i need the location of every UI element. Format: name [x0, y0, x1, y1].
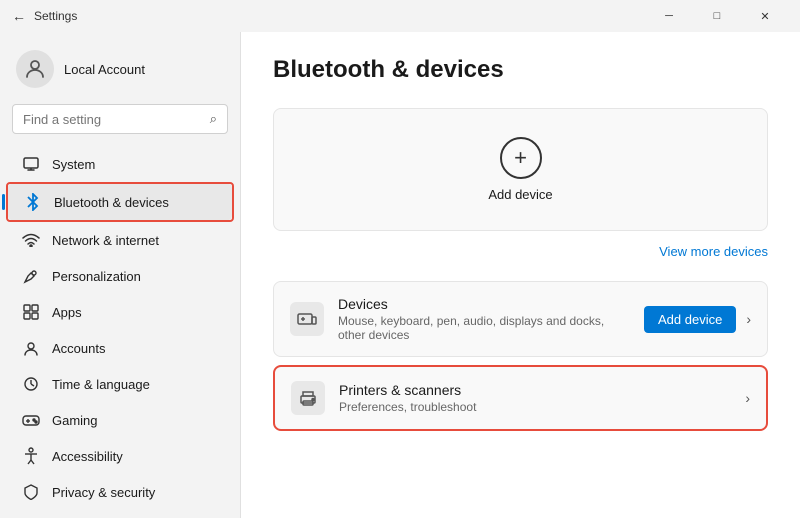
search-icon: ⌕ — [210, 111, 217, 127]
add-device-circle-icon: + — [500, 137, 542, 179]
devices-row[interactable]: Devices Mouse, keyboard, pen, audio, dis… — [273, 281, 768, 357]
time-icon — [22, 375, 40, 393]
back-button[interactable]: ← — [12, 8, 26, 24]
devices-row-desc: Mouse, keyboard, pen, audio, displays an… — [338, 314, 632, 342]
bluetooth-icon — [24, 193, 42, 211]
sidebar: Local Account ⌕ System Bluetooth & devic… — [0, 32, 240, 518]
nav-label-gaming: Gaming — [52, 413, 98, 428]
printers-row-icon — [291, 381, 325, 415]
view-more-link[interactable]: View more devices — [273, 243, 768, 261]
gaming-icon — [22, 411, 40, 429]
title-bar-controls: ─ □ ✕ — [646, 0, 788, 32]
nav-label-apps: Apps — [52, 305, 82, 320]
accounts-icon — [22, 339, 40, 357]
nav-item-network[interactable]: Network & internet — [6, 222, 234, 258]
nav-label-accessibility: Accessibility — [52, 449, 123, 464]
devices-chevron-icon: › — [746, 311, 751, 327]
nav-item-gaming[interactable]: Gaming — [6, 402, 234, 438]
user-section: Local Account — [0, 40, 240, 104]
accessibility-icon — [22, 447, 40, 465]
nav-item-personalization[interactable]: Personalization — [6, 258, 234, 294]
content-area: Bluetooth & devices + Add device View mo… — [240, 32, 800, 518]
devices-row-title: Devices — [338, 296, 632, 312]
nav-label-bluetooth: Bluetooth & devices — [54, 195, 169, 210]
nav-item-time[interactable]: Time & language — [6, 366, 234, 402]
close-button[interactable]: ✕ — [742, 0, 788, 32]
apps-icon — [22, 303, 40, 321]
nav-item-privacy[interactable]: Privacy & security — [6, 474, 234, 510]
printers-chevron-icon: › — [745, 390, 750, 406]
nav-label-system: System — [52, 157, 95, 172]
search-input[interactable] — [23, 112, 202, 127]
printers-row-desc: Preferences, troubleshoot — [339, 400, 476, 414]
system-icon — [22, 155, 40, 173]
devices-row-icon — [290, 302, 324, 336]
nav-item-bluetooth[interactable]: Bluetooth & devices — [8, 184, 232, 220]
nav-item-accessibility[interactable]: Accessibility — [6, 438, 234, 474]
personalization-icon — [22, 267, 40, 285]
title-bar-left: ← Settings — [12, 8, 77, 24]
nav-label-network: Network & internet — [52, 233, 159, 248]
view-more-anchor[interactable]: View more devices — [659, 244, 768, 259]
privacy-icon — [22, 483, 40, 501]
nav-label-time: Time & language — [52, 377, 150, 392]
nav-label-accounts: Accounts — [52, 341, 105, 356]
user-name: Local Account — [64, 62, 145, 77]
printers-row[interactable]: Printers & scanners Preferences, trouble… — [273, 365, 768, 431]
page-title: Bluetooth & devices — [273, 56, 768, 84]
add-device-card[interactable]: + Add device — [273, 108, 768, 231]
printers-row-title: Printers & scanners — [339, 382, 476, 398]
network-icon — [22, 231, 40, 249]
restore-button[interactable]: □ — [694, 0, 740, 32]
title-bar-title: Settings — [34, 9, 77, 23]
app-body: Local Account ⌕ System Bluetooth & devic… — [0, 32, 800, 518]
nav-label-privacy: Privacy & security — [52, 485, 155, 500]
devices-add-button[interactable]: Add device — [644, 306, 736, 333]
minimize-button[interactable]: ─ — [646, 0, 692, 32]
title-bar: ← Settings ─ □ ✕ — [0, 0, 800, 32]
search-box[interactable]: ⌕ — [12, 104, 228, 134]
nav-label-personalization: Personalization — [52, 269, 141, 284]
avatar — [16, 50, 54, 88]
nav-item-apps[interactable]: Apps — [6, 294, 234, 330]
nav-item-system[interactable]: System — [6, 146, 234, 182]
add-device-label: Add device — [488, 187, 552, 202]
nav-item-accounts[interactable]: Accounts — [6, 330, 234, 366]
